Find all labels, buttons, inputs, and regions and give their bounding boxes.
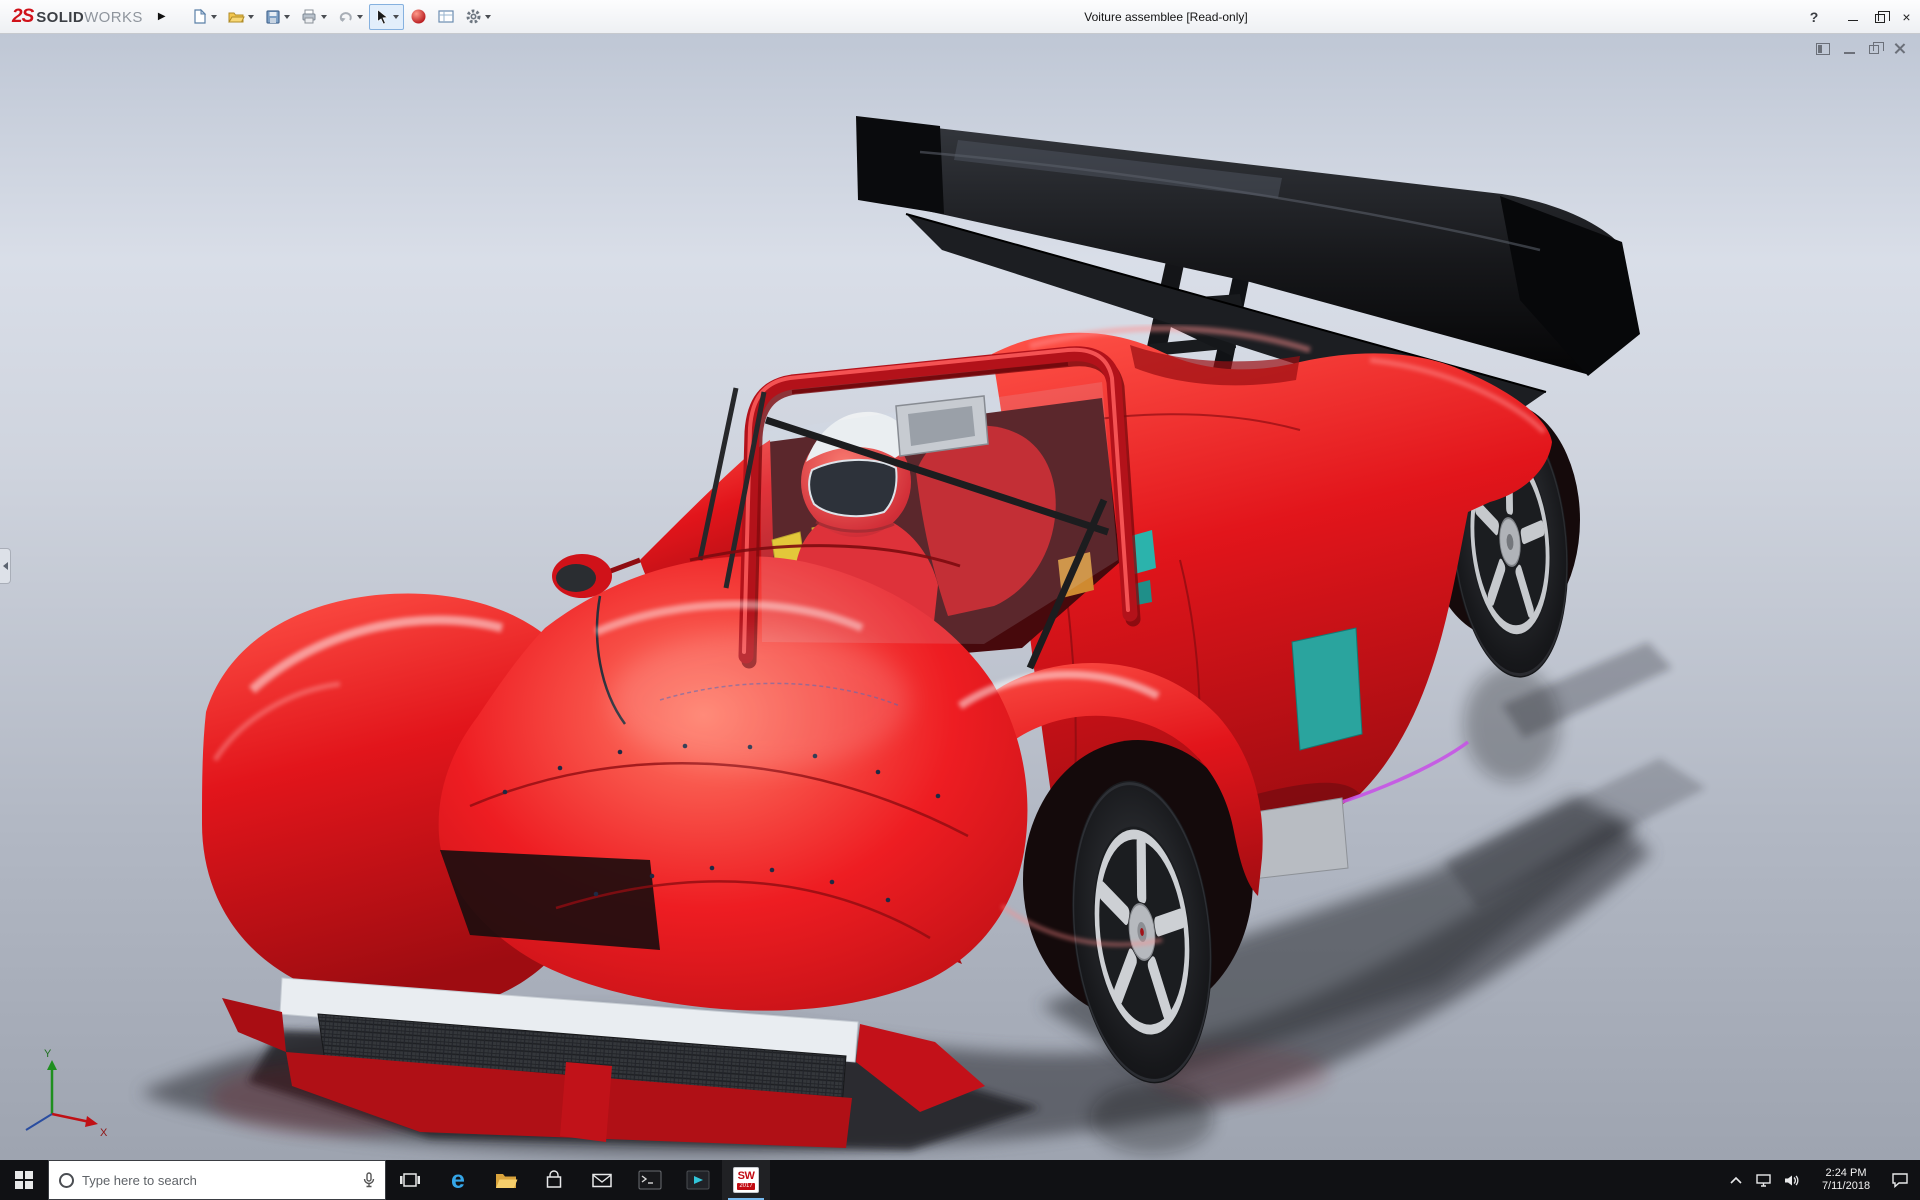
clock-time: 2:24 PM [1825, 1167, 1867, 1179]
ds-logo-mark: 2S [12, 5, 34, 27]
file-explorer-button[interactable] [482, 1160, 530, 1200]
mail-button[interactable] [578, 1160, 626, 1200]
drawing-sheet-icon [438, 10, 454, 23]
dropdown-arrow-icon[interactable] [356, 14, 363, 19]
volume-icon [1785, 1175, 1799, 1185]
minimize-icon [1847, 19, 1858, 21]
windows-logo-icon [15, 1171, 33, 1189]
print-button[interactable] [296, 4, 331, 30]
command-prompt-button[interactable] [626, 1160, 674, 1200]
gear-icon [466, 9, 481, 24]
document-minimize-icon[interactable] [1844, 44, 1855, 54]
notification-icon [1892, 1173, 1908, 1188]
store-bag-icon [546, 1170, 562, 1188]
titlebar: 2S SOLID WORKS ▶ Voiture assemblee [Read… [0, 0, 1920, 34]
new-document-button[interactable] [187, 4, 221, 30]
window-controls: ? × [1801, 0, 1920, 34]
taskbar-search[interactable] [48, 1160, 386, 1200]
network-icon [1756, 1173, 1771, 1187]
print-icon [302, 9, 316, 24]
action-center-button[interactable] [1886, 1160, 1914, 1200]
red-sphere-icon [411, 9, 426, 24]
edge-button[interactable]: e [434, 1160, 482, 1200]
volume-tray-button[interactable] [1778, 1160, 1806, 1200]
dark-app-icon [686, 1170, 710, 1190]
document-close-icon[interactable] [1893, 42, 1906, 55]
document-title: Voiture assemblee [Read-only] [1084, 10, 1248, 24]
menu-flyout-arrow[interactable]: ▶ [151, 5, 173, 29]
open-button[interactable] [223, 4, 258, 30]
dropdown-arrow-icon[interactable] [484, 14, 491, 19]
store-button[interactable] [530, 1160, 578, 1200]
document-restore-icon[interactable] [1869, 42, 1884, 54]
options-button[interactable] [461, 4, 495, 30]
dropdown-arrow-icon[interactable] [283, 14, 290, 19]
dock-window-icon[interactable] [1816, 42, 1830, 55]
minimize-button[interactable] [1839, 0, 1866, 34]
command-prompt-icon [638, 1170, 662, 1190]
dropdown-arrow-icon[interactable] [210, 14, 217, 19]
appearance-button[interactable] [406, 4, 431, 30]
document-window-controls [1816, 42, 1906, 55]
network-tray-button[interactable] [1750, 1160, 1778, 1200]
cortana-icon [59, 1172, 74, 1188]
dropdown-arrow-icon[interactable] [247, 14, 254, 19]
graphics-viewport[interactable] [0, 34, 1920, 1160]
task-view-icon [400, 1173, 420, 1187]
select-tool-button[interactable] [368, 3, 404, 30]
taskbar-clock[interactable]: 2:24 PM 7/11/2018 [1806, 1167, 1886, 1193]
new-document-icon [194, 8, 206, 24]
solidworks-logo: 2S SOLID WORKS [12, 5, 143, 27]
solidworks-taskbar-button[interactable]: SW 2017 [722, 1160, 770, 1200]
open-folder-icon [227, 12, 245, 23]
edge-icon: e [451, 1165, 465, 1194]
maximize-button[interactable] [1866, 0, 1893, 34]
microphone-icon[interactable] [361, 1171, 377, 1189]
clock-date: 7/11/2018 [1821, 1180, 1871, 1192]
save-button[interactable] [260, 4, 294, 30]
save-floppy-icon [266, 10, 280, 24]
restore-icon [1874, 11, 1890, 23]
help-button[interactable]: ? [1801, 9, 1827, 25]
select-cursor-icon [377, 9, 388, 25]
quick-access-toolbar [187, 0, 497, 34]
dropdown-arrow-icon[interactable] [392, 14, 399, 19]
file-explorer-icon [496, 1174, 518, 1188]
drawing-sheet-button[interactable] [433, 4, 459, 30]
dropdown-arrow-icon[interactable] [320, 14, 327, 19]
task-view-button[interactable] [386, 1160, 434, 1200]
undo-arrow-icon [339, 12, 352, 22]
mail-envelope-icon [592, 1173, 612, 1187]
undo-button[interactable] [333, 4, 367, 30]
windows-taskbar: e SW 2017 [0, 1160, 1920, 1200]
hidden-icons-button[interactable] [1722, 1160, 1750, 1200]
close-button[interactable]: × [1893, 0, 1920, 34]
search-input[interactable] [82, 1172, 361, 1188]
panel-collapse-tab[interactable] [0, 548, 11, 584]
chevron-up-icon [1730, 1176, 1742, 1184]
dark-app-button[interactable] [674, 1160, 722, 1200]
system-tray: 2:24 PM 7/11/2018 [1722, 1160, 1920, 1200]
start-button[interactable] [0, 1160, 48, 1200]
solidworks-app-icon: SW 2017 [733, 1167, 759, 1193]
